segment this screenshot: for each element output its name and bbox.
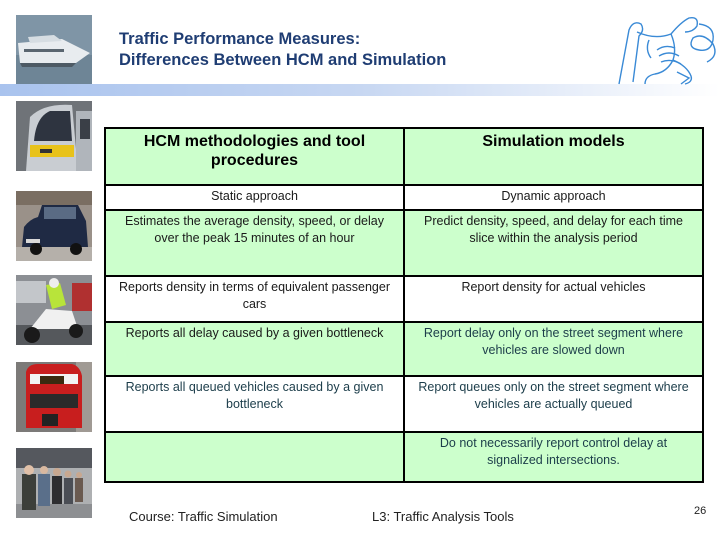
comparison-table: HCM methodologies and tool procedures Si… — [104, 127, 704, 483]
tram-photo — [16, 101, 92, 171]
cell-hcm: Reports all queued vehicles caused by a … — [104, 375, 405, 433]
table-row: Reports density in terms of equivalent p… — [104, 275, 704, 323]
slide-title: Traffic Performance Measures: Difference… — [119, 29, 446, 71]
taxi-photo — [16, 191, 92, 261]
footer-lecture: L3: Traffic Analysis Tools — [372, 509, 514, 524]
double-decker-bus-photo — [16, 362, 92, 432]
cell-simulation: Report delay only on the street segment … — [403, 321, 704, 377]
cell-simulation: Report density for actual vehicles — [403, 275, 704, 323]
police-motorcycle-photo — [16, 275, 92, 345]
cell-hcm: Reports all delay caused by a given bott… — [104, 321, 405, 377]
header-accent-bar — [0, 84, 720, 96]
title-line-2: Differences Between HCM and Simulation — [119, 51, 447, 69]
boat-photo — [16, 15, 92, 85]
footer-course: Course: Traffic Simulation — [129, 509, 278, 524]
header-simulation: Simulation models — [403, 127, 704, 186]
cell-simulation: Predict density, speed, and delay for ea… — [403, 209, 704, 277]
cell-hcm: Estimates the average density, speed, or… — [104, 209, 405, 277]
page-number: 26 — [694, 505, 707, 517]
cell-simulation: Do not necessarily report control delay … — [403, 431, 704, 483]
cell-hcm: Reports density in terms of equivalent p… — [104, 275, 405, 323]
cell-hcm — [104, 431, 405, 483]
ctu-lion-logo — [615, 10, 720, 88]
table-row: Do not necessarily report control delay … — [104, 431, 704, 483]
cell-simulation: Report queues only on the street segment… — [403, 375, 704, 433]
title-line-1: Traffic Performance Measures: — [119, 30, 361, 48]
table-row: Reports all delay caused by a given bott… — [104, 321, 704, 377]
table-header-row: HCM methodologies and tool procedures Si… — [104, 127, 704, 186]
header-hcm: HCM methodologies and tool procedures — [104, 127, 405, 186]
queue-of-people-photo — [16, 448, 92, 518]
table-row: Estimates the average density, speed, or… — [104, 209, 704, 277]
cell-hcm: Static approach — [104, 184, 405, 211]
table-row: Static approach Dynamic approach — [104, 184, 704, 211]
cell-simulation: Dynamic approach — [403, 184, 704, 211]
table-row: Reports all queued vehicles caused by a … — [104, 375, 704, 433]
